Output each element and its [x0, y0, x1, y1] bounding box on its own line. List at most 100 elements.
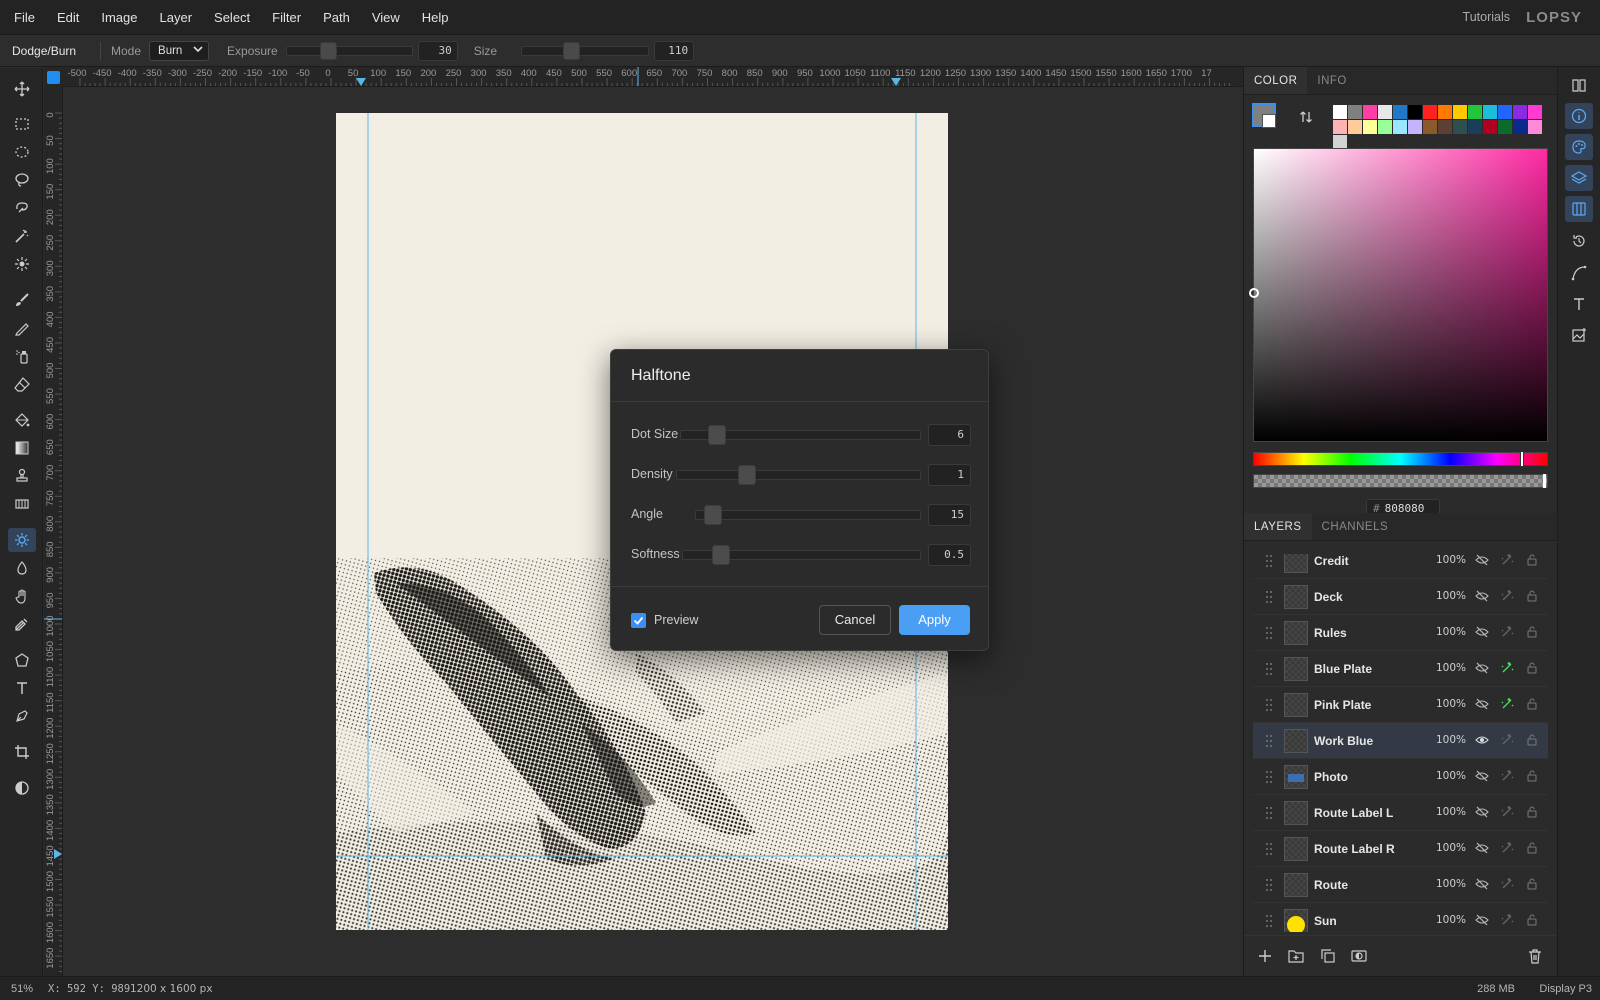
color-swatch[interactable]: [1348, 120, 1362, 134]
background-color-swatch[interactable]: [1262, 114, 1276, 128]
menu-select[interactable]: Select: [203, 0, 261, 35]
color-swatch[interactable]: [1483, 120, 1497, 134]
new-group-icon[interactable]: [1287, 947, 1305, 965]
text-panel-icon[interactable]: [1565, 291, 1593, 317]
marquee-rect-icon[interactable]: [8, 112, 36, 136]
eye-icon[interactable]: [1475, 733, 1489, 750]
eye-off-icon[interactable]: [1475, 554, 1489, 570]
add-layer-icon[interactable]: [1256, 947, 1274, 965]
color-swatch[interactable]: [1438, 105, 1452, 119]
preview-label[interactable]: Preview: [654, 613, 698, 627]
menu-help[interactable]: Help: [411, 0, 460, 35]
layers-icon[interactable]: [1565, 165, 1593, 191]
tab-layers[interactable]: LAYERS: [1244, 513, 1312, 540]
pen-tool-icon[interactable]: [8, 704, 36, 728]
eye-off-icon[interactable]: [1475, 877, 1489, 894]
layer-opacity[interactable]: 100%: [1436, 878, 1466, 890]
saturation-brightness-picker[interactable]: [1249, 148, 1548, 442]
layer-opacity[interactable]: 100%: [1436, 770, 1466, 782]
stamp-icon[interactable]: [8, 464, 36, 488]
tab-info[interactable]: INFO: [1307, 67, 1356, 94]
color-swatch[interactable]: [1423, 105, 1437, 119]
contrast-icon[interactable]: [8, 776, 36, 800]
layer-row[interactable]: Photo 100%: [1253, 759, 1548, 795]
color-swatch[interactable]: [1393, 120, 1407, 134]
angle-input[interactable]: 15: [928, 504, 971, 526]
mode-select[interactable]: Burn: [149, 40, 210, 61]
channels-icon[interactable]: [1565, 196, 1593, 222]
lock-icon[interactable]: [1525, 733, 1539, 750]
angle-slider[interactable]: [695, 505, 921, 525]
move-tool-icon[interactable]: [8, 77, 36, 101]
layer-row[interactable]: Route Label L 100%: [1253, 795, 1548, 831]
drag-handle-icon[interactable]: [1265, 734, 1273, 748]
color-swatch[interactable]: [1468, 105, 1482, 119]
drag-handle-icon[interactable]: [1265, 878, 1273, 892]
drag-handle-icon[interactable]: [1265, 626, 1273, 640]
effects-icon[interactable]: [1500, 733, 1514, 750]
book-icon[interactable]: [1565, 72, 1593, 98]
eraser-icon[interactable]: [8, 372, 36, 396]
color-swatch[interactable]: [1498, 120, 1512, 134]
lock-icon[interactable]: [1525, 769, 1539, 786]
lock-icon[interactable]: [1525, 661, 1539, 678]
dot-size-input[interactable]: 6: [928, 424, 971, 446]
density-thumb[interactable]: [738, 465, 756, 485]
drag-handle-icon[interactable]: [1265, 698, 1273, 712]
lock-icon[interactable]: [1525, 805, 1539, 822]
angle-thumb[interactable]: [704, 505, 722, 525]
drag-handle-icon[interactable]: [1265, 842, 1273, 856]
size-value[interactable]: 110: [654, 40, 695, 61]
lasso-icon[interactable]: [8, 168, 36, 192]
color-swatch[interactable]: [1333, 120, 1347, 134]
exposure-slider-thumb[interactable]: [319, 41, 337, 60]
size-slider-thumb[interactable]: [563, 41, 581, 60]
drag-handle-icon[interactable]: [1265, 554, 1273, 568]
color-swatch[interactable]: [1528, 105, 1542, 119]
menu-edit[interactable]: Edit: [46, 0, 90, 35]
eye-off-icon[interactable]: [1475, 697, 1489, 714]
color-swatch[interactable]: [1333, 135, 1347, 149]
menu-path[interactable]: Path: [312, 0, 361, 35]
history-icon[interactable]: [1565, 228, 1593, 254]
color-swatch[interactable]: [1408, 120, 1422, 134]
lock-icon[interactable]: [1525, 554, 1539, 570]
zoom-level[interactable]: 51%: [11, 983, 33, 995]
ruler-origin-marker[interactable]: [47, 71, 60, 84]
layer-mask-icon[interactable]: [1350, 947, 1368, 965]
crop-icon[interactable]: [8, 740, 36, 764]
layer-opacity[interactable]: 100%: [1436, 914, 1466, 926]
layer-opacity[interactable]: 100%: [1436, 698, 1466, 710]
color-swatch[interactable]: [1333, 105, 1347, 119]
marquee-ellipse-icon[interactable]: [8, 140, 36, 164]
color-swatch[interactable]: [1363, 105, 1377, 119]
effects-icon[interactable]: [1500, 841, 1514, 858]
layer-row[interactable]: Rules 100%: [1253, 615, 1548, 651]
layer-row[interactable]: Credit 100%: [1253, 554, 1548, 579]
layer-row[interactable]: Route Label R 100%: [1253, 831, 1548, 867]
menu-file[interactable]: File: [0, 0, 46, 35]
eye-off-icon[interactable]: [1475, 589, 1489, 606]
layer-row[interactable]: Route 100%: [1253, 867, 1548, 903]
lock-icon[interactable]: [1525, 625, 1539, 642]
eyedropper-icon[interactable]: [8, 612, 36, 636]
effects-icon[interactable]: [1500, 805, 1514, 822]
color-swatch[interactable]: [1453, 120, 1467, 134]
effects-icon[interactable]: [1500, 769, 1514, 786]
layer-row[interactable]: Blue Plate 100%: [1253, 651, 1548, 687]
eye-off-icon[interactable]: [1475, 661, 1489, 678]
lock-icon[interactable]: [1525, 877, 1539, 894]
color-swatch[interactable]: [1408, 105, 1422, 119]
dot-size-thumb[interactable]: [708, 425, 726, 445]
layer-opacity[interactable]: 100%: [1436, 734, 1466, 746]
lock-icon[interactable]: [1525, 841, 1539, 858]
tab-color[interactable]: COLOR: [1244, 67, 1308, 94]
cancel-button[interactable]: Cancel: [819, 605, 891, 635]
alpha-slider-thumb[interactable]: [1543, 474, 1546, 488]
layer-opacity[interactable]: 100%: [1436, 626, 1466, 638]
softness-input[interactable]: 0.5: [928, 544, 971, 566]
pencil-icon[interactable]: [8, 316, 36, 340]
color-swatch[interactable]: [1438, 120, 1452, 134]
tutorials-link[interactable]: Tutorials: [1463, 0, 1510, 35]
color-swatch[interactable]: [1363, 120, 1377, 134]
